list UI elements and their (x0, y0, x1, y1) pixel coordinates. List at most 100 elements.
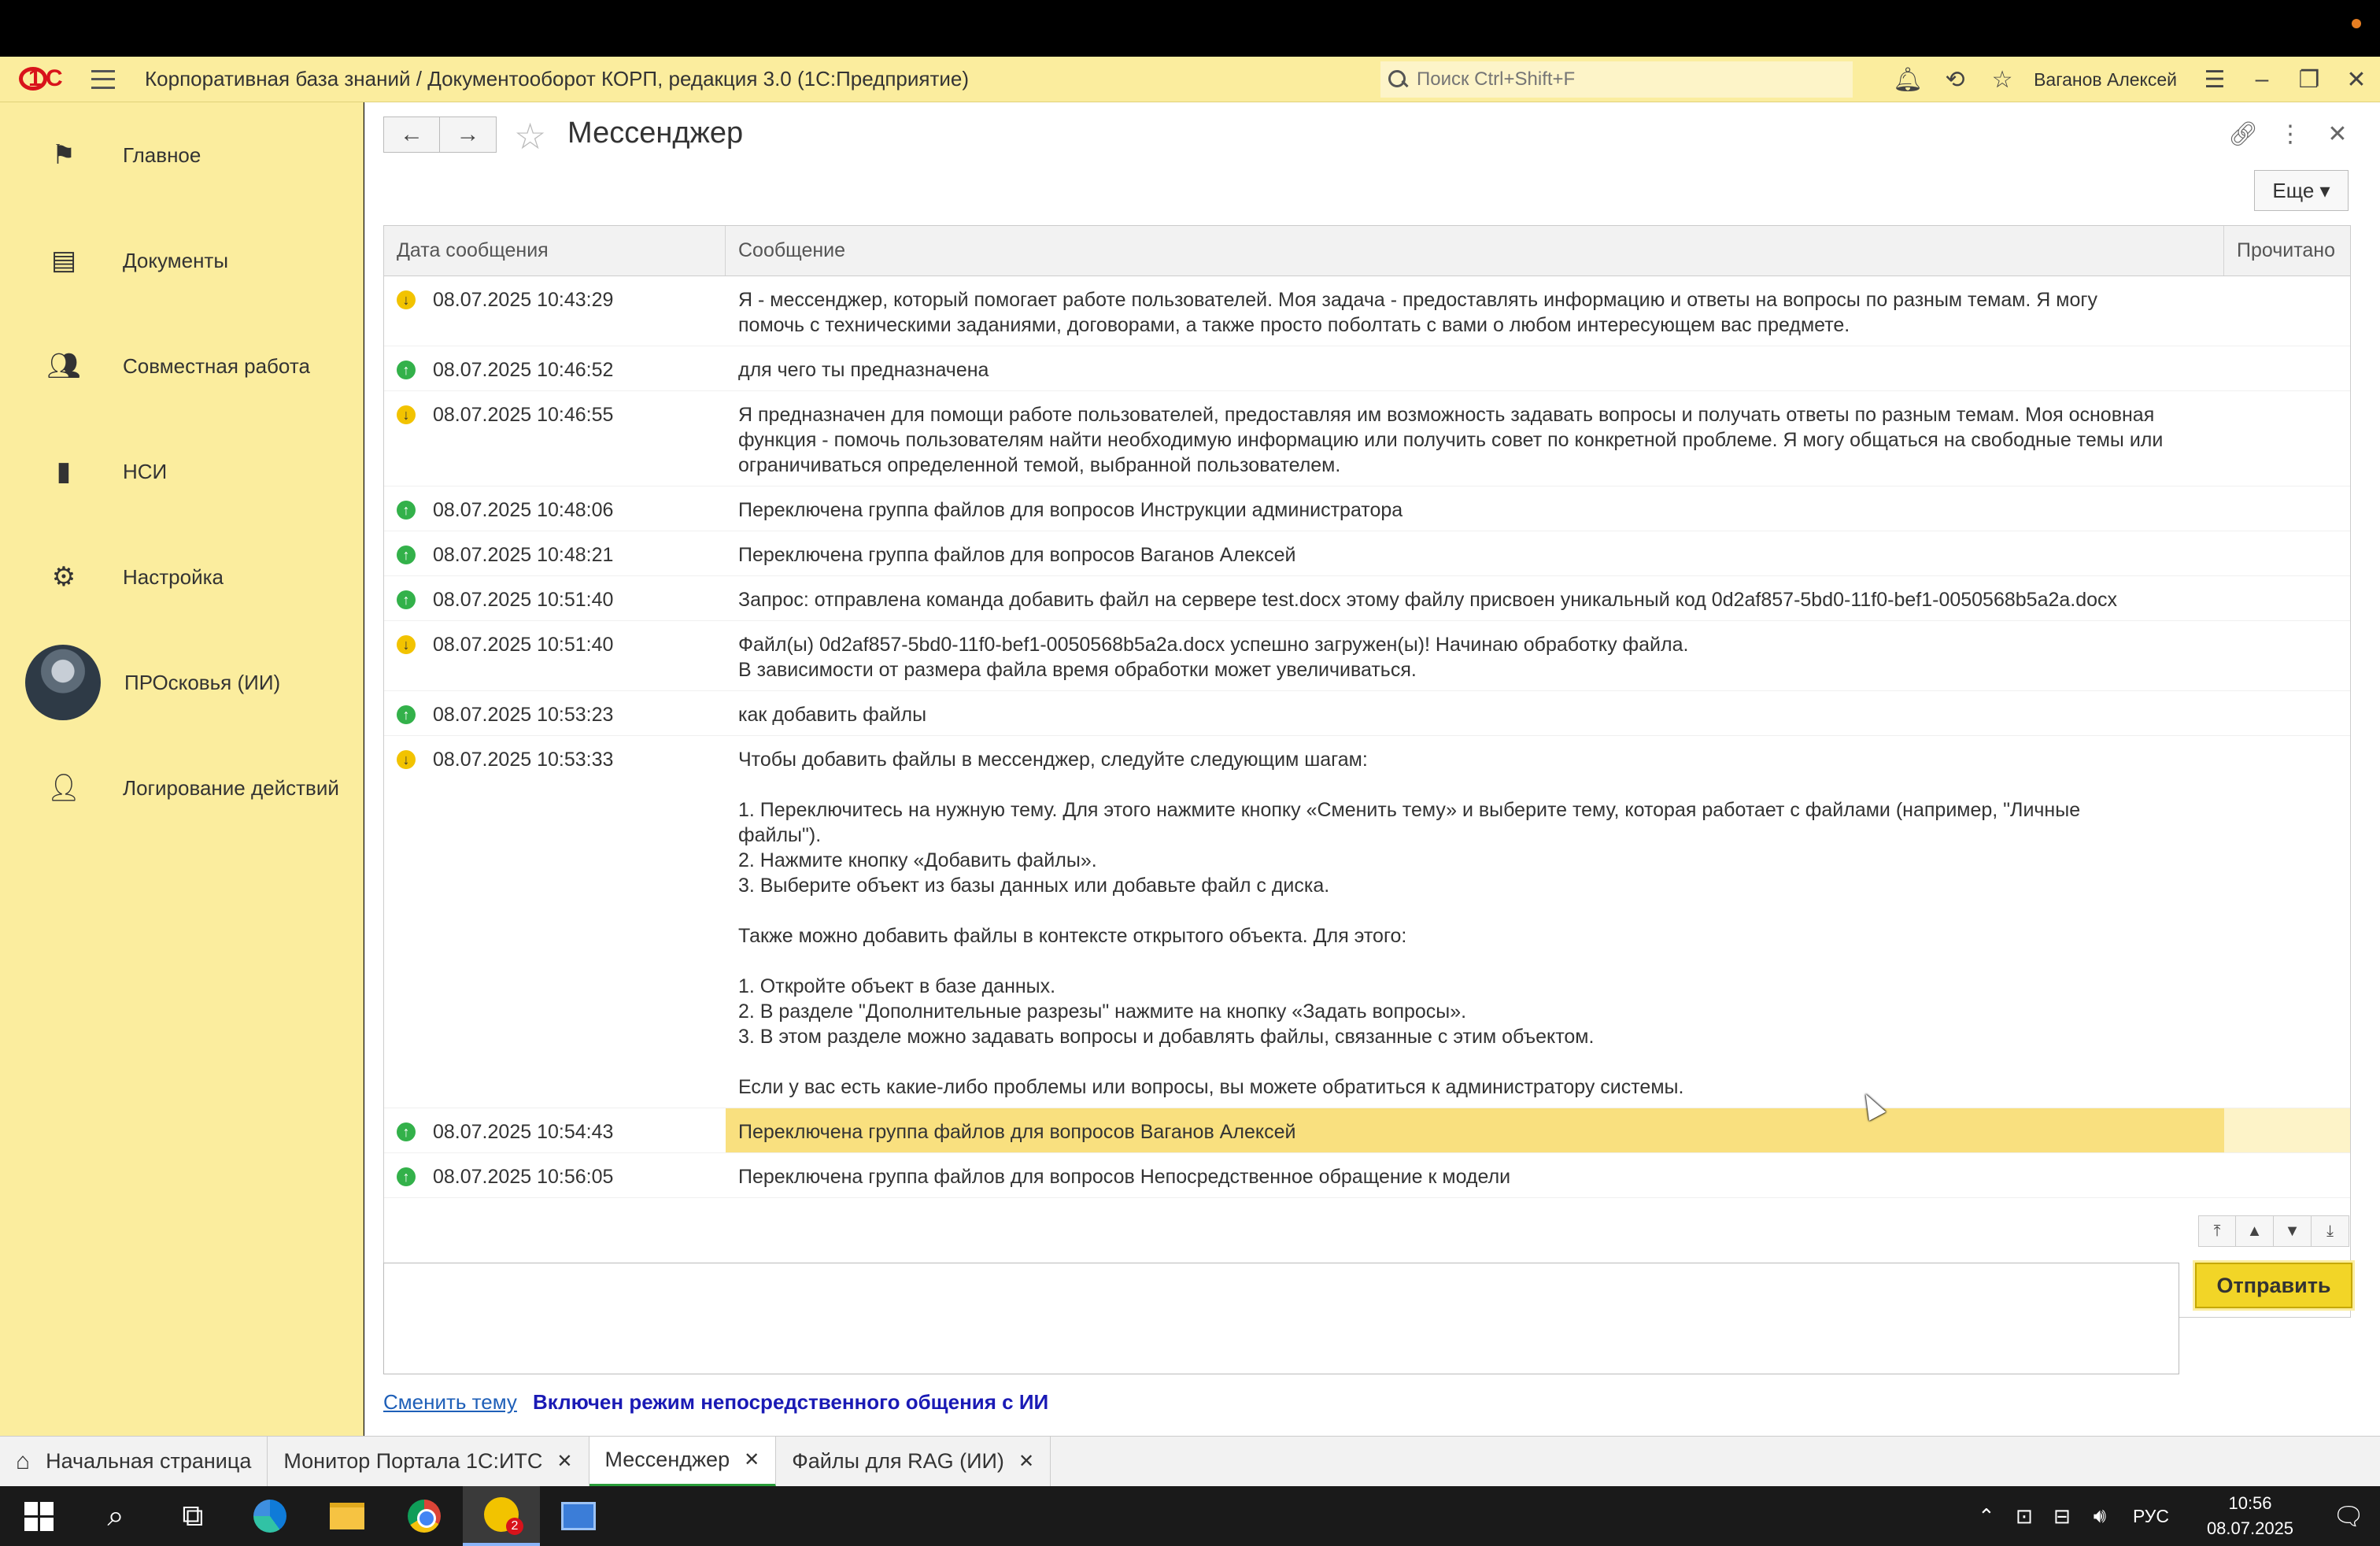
table-row[interactable]: ↑ 08.07.2025 10:48:21 Переключена группа ф… (384, 531, 2350, 576)
monitor-icon[interactable]: ⊡ (2005, 1486, 2043, 1546)
search-input[interactable] (1417, 68, 1842, 91)
books-icon: ▮ (56, 457, 72, 486)
table-row[interactable]: ↓ 08.07.2025 10:53:33 Чтобы добавить файлы… (384, 736, 2350, 1108)
explorer-icon[interactable] (309, 1486, 386, 1546)
sidebar-item-collaboration[interactable]: 👥︎ Совместная работа (0, 313, 363, 419)
remote-desktop-icon[interactable] (540, 1486, 617, 1546)
edge-icon[interactable] (231, 1486, 309, 1546)
sidebar-item-label: Настройка (123, 564, 224, 589)
close-tab-icon[interactable]: ✕ (744, 1448, 759, 1471)
message-text: Переключена группа файлов для вопросов И… (738, 499, 1403, 521)
sidebar-item-main[interactable]: ⚑ Главное (0, 102, 363, 208)
tab-its-monitor[interactable]: Монитор Портала 1С:ИТС ✕ (268, 1436, 589, 1487)
app-title: Корпоративная база знаний / Документообо… (145, 67, 970, 91)
tab-messenger[interactable]: Мессенджер ✕ (589, 1436, 777, 1487)
message-date-cell: ↑ 08.07.2025 10:48:21 (384, 531, 726, 575)
search-taskbar-icon[interactable]: ⌕ (77, 1486, 154, 1546)
tab-home[interactable]: ⌂ Начальная страница (0, 1436, 268, 1487)
table-row[interactable]: ↑ 08.07.2025 10:54:43 Переключена группа ф… (384, 1108, 2350, 1153)
close-form-icon[interactable]: ✕ (2314, 118, 2361, 150)
sidebar-item-logging[interactable]: 👤︎ Логирование действий (0, 735, 363, 841)
message-input[interactable] (383, 1263, 2179, 1374)
user-name[interactable]: Ваганов Алексей (2034, 69, 2177, 91)
column-header-date[interactable]: Дата сообщения (384, 226, 726, 276)
tab-rag-files[interactable]: Файлы для RAG (ИИ) ✕ (776, 1436, 1051, 1487)
message-date-cell: ↓ 08.07.2025 10:53:33 (384, 736, 726, 1108)
incoming-arrow-icon: ↓ (397, 290, 416, 309)
notifications-icon[interactable]: 🗨︎ (2317, 1486, 2380, 1546)
scroll-down-button[interactable]: ▼ (2274, 1215, 2312, 1247)
more-button[interactable]: Еще ▾ (2254, 170, 2349, 211)
table-row[interactable]: ↑ 08.07.2025 10:56:05 Переключена группа ф… (384, 1153, 2350, 1198)
gear-icon: ⚙ (51, 562, 76, 592)
menu-icon[interactable] (91, 69, 115, 89)
chrome-icon[interactable] (386, 1486, 463, 1546)
more-button-label: Еще (2272, 178, 2315, 202)
scroll-to-top-button[interactable]: ⤒ (2198, 1215, 2236, 1247)
restore-icon[interactable]: ❐ (2286, 57, 2333, 102)
link-icon[interactable]: 🔗︎ (2219, 118, 2267, 150)
message-date: 08.07.2025 10:46:52 (433, 359, 614, 381)
history-icon[interactable]: ⟲ (1931, 57, 1979, 102)
settings-menu-icon[interactable]: ☰ (2191, 57, 2238, 102)
sidebar: ⚑ Главное ▤ Документы 👥︎ Совместная рабо… (0, 102, 364, 1436)
clock[interactable]: 10:56 08.07.2025 (2183, 1491, 2317, 1541)
table-row[interactable]: ↓ 08.07.2025 10:51:40 Файл(ы) 0d2af857-5bd… (384, 621, 2350, 691)
message-text: как добавить файлы (738, 704, 927, 726)
star-icon[interactable]: ☆ (1979, 57, 2026, 102)
windows-logo-icon (24, 1501, 54, 1531)
language-indicator[interactable]: РУС (2133, 1506, 2169, 1527)
volume-icon[interactable]: 🔊︎ (2081, 1486, 2119, 1546)
sidebar-item-ai[interactable]: ПРОсковья (ИИ) (0, 630, 363, 735)
1c-taskbar-icon[interactable] (463, 1486, 540, 1546)
flag-icon: ⚑ (51, 140, 76, 170)
search-icon (1387, 68, 1409, 91)
back-button[interactable]: ← (383, 117, 440, 153)
system-tray: ⌃ ⊡ ⊟ 🔊︎ РУС 10:56 08.07.2025 🗨︎ (1968, 1486, 2380, 1546)
table-row[interactable]: ↑ 08.07.2025 10:48:06 Переключена группа ф… (384, 486, 2350, 531)
scroll-to-bottom-button[interactable]: ⤓ (2312, 1215, 2349, 1247)
minimize-icon[interactable]: – (2238, 57, 2286, 102)
read-cell (2224, 391, 2350, 486)
table-row[interactable]: ↑ 08.07.2025 10:53:23 как добавить файлы (384, 691, 2350, 736)
column-header-read[interactable]: Прочитано (2224, 226, 2350, 276)
forward-button[interactable]: → (440, 117, 497, 153)
show-hidden-icons-icon[interactable]: ⌃ (1968, 1486, 2005, 1546)
table-row[interactable]: ↓ 08.07.2025 10:43:29 Я - мессенджер, кото… (384, 276, 2350, 346)
sidebar-item-settings[interactable]: ⚙ Настройка (0, 524, 363, 630)
close-tab-icon[interactable]: ✕ (1018, 1450, 1034, 1473)
close-window-icon[interactable]: ✕ (2333, 57, 2380, 102)
favorite-star-icon[interactable]: ☆ (514, 115, 546, 157)
column-header-message[interactable]: Сообщение (726, 226, 2224, 276)
sidebar-item-documents[interactable]: ▤ Документы (0, 208, 363, 313)
sidebar-item-label: НСИ (123, 459, 168, 483)
send-button[interactable]: Отправить (2195, 1263, 2352, 1308)
search-box[interactable] (1380, 61, 1853, 98)
bell-icon[interactable]: 🔔︎ (1884, 57, 1931, 102)
read-cell (2224, 346, 2350, 390)
start-button[interactable] (0, 1486, 77, 1546)
message-text: Я - мессенджер, который помогает работе … (738, 289, 2098, 336)
message-date-cell: ↑ 08.07.2025 10:48:06 (384, 486, 726, 531)
close-tab-icon[interactable]: ✕ (556, 1450, 572, 1473)
network-icon[interactable]: ⊟ (2043, 1486, 2081, 1546)
message-date: 08.07.2025 10:48:06 (433, 499, 614, 521)
message-date: 08.07.2025 10:51:40 (433, 589, 614, 611)
message-date: 08.07.2025 10:53:33 (433, 749, 614, 771)
task-view-icon[interactable]: ⧉ (154, 1486, 231, 1546)
incoming-arrow-icon: ↓ (397, 750, 416, 769)
1c-logo[interactable]: 1С (19, 65, 66, 94)
message-date-cell: ↑ 08.07.2025 10:54:43 (384, 1108, 726, 1152)
message-date: 08.07.2025 10:53:23 (433, 704, 614, 726)
table-row[interactable]: ↓ 08.07.2025 10:46:55 Я предназначен для п… (384, 391, 2350, 486)
table-row[interactable]: ↑ 08.07.2025 10:46:52 для чего ты предназн… (384, 346, 2350, 391)
outgoing-arrow-icon: ↑ (397, 705, 416, 724)
scroll-up-button[interactable]: ▲ (2236, 1215, 2274, 1247)
change-topic-link[interactable]: Сменить тему (383, 1390, 517, 1415)
table-row[interactable]: ↑ 08.07.2025 10:51:40 Запрос: отправлена к… (384, 576, 2350, 621)
more-vertical-icon[interactable]: ⋮ (2267, 118, 2314, 150)
sidebar-item-nsi[interactable]: ▮ НСИ (0, 419, 363, 524)
message-date-cell: ↑ 08.07.2025 10:51:40 (384, 576, 726, 620)
message-date-cell: ↓ 08.07.2025 10:43:29 (384, 276, 726, 346)
sidebar-item-label: Документы (123, 248, 229, 272)
